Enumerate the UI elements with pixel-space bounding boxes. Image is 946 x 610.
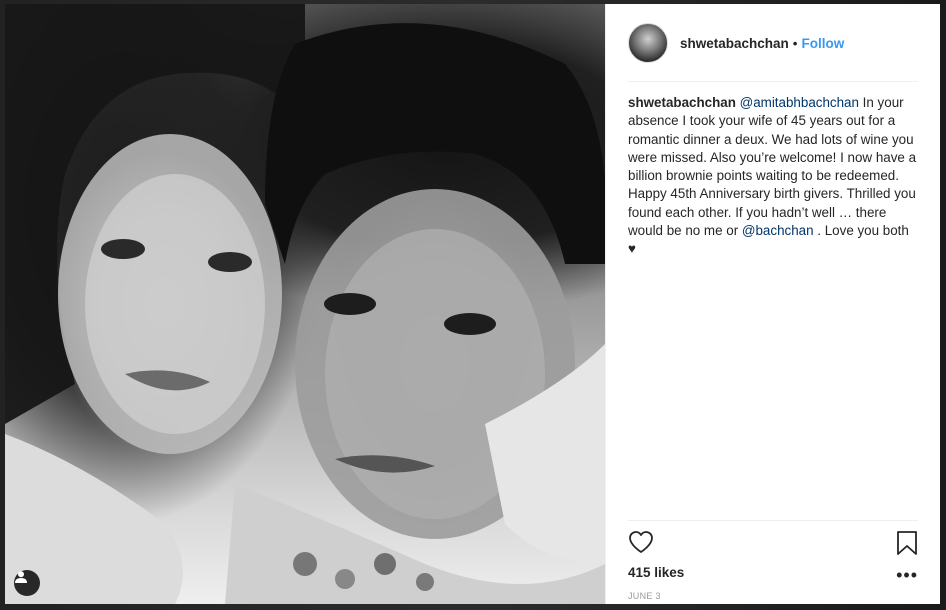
- more-options-button[interactable]: •••: [896, 566, 918, 584]
- bookmark-outline-icon: [897, 531, 917, 555]
- person-icon: [15, 571, 27, 583]
- photo-illustration: [5, 4, 605, 604]
- header-text: shwetabachchan • Follow: [680, 36, 844, 51]
- caption-mention-2[interactable]: @bachchan: [742, 223, 814, 238]
- post-side-panel: shwetabachchan • Follow shwetabachchan @am…: [605, 4, 940, 604]
- post-modal: shwetabachchan • Follow shwetabachchan @am…: [5, 4, 940, 604]
- divider: [628, 81, 918, 82]
- header-separator: •: [792, 35, 798, 51]
- post-photo[interactable]: [5, 4, 605, 604]
- user-tag-button[interactable]: [14, 570, 40, 596]
- post-date: JUNE 3: [628, 591, 661, 601]
- post-caption: shwetabachchan @amitabhbachchan In your …: [628, 94, 918, 259]
- likes-count[interactable]: 415 likes: [628, 565, 684, 580]
- heart-outline-icon: [629, 531, 653, 553]
- post-actions: [628, 530, 918, 560]
- like-button[interactable]: [628, 530, 654, 559]
- follow-button[interactable]: Follow: [802, 36, 845, 51]
- page-background: shwetabachchan • Follow shwetabachchan @am…: [0, 0, 946, 610]
- caption-mention-1[interactable]: @amitabhbachchan: [740, 95, 859, 110]
- avatar[interactable]: [628, 23, 668, 63]
- divider: [628, 520, 918, 521]
- header-username[interactable]: shwetabachchan: [680, 36, 789, 51]
- save-button[interactable]: [896, 530, 918, 561]
- caption-text-1: In your absence I took your wife of 45 y…: [628, 95, 917, 239]
- caption-username[interactable]: shwetabachchan: [628, 95, 736, 110]
- post-header: shwetabachchan • Follow: [628, 22, 918, 64]
